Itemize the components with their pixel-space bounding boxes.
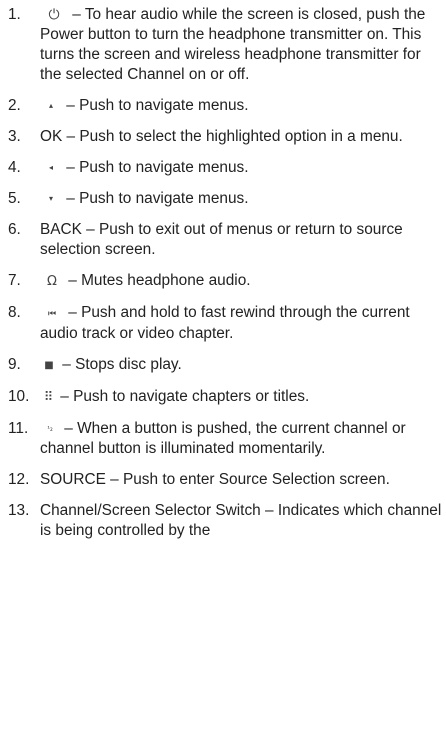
item-text: ⏻ – To hear audio while the screen is cl… <box>40 5 444 85</box>
item-text: ◂ – Push to navigate menus. <box>40 158 444 178</box>
item-description: – Push to navigate menus. <box>62 190 249 207</box>
item-number: 6. <box>8 221 21 238</box>
item-number: 7. <box>8 272 21 289</box>
item-text: ⠿ – Push to navigate chapters or titles. <box>40 387 444 408</box>
item-number: 3. <box>8 128 21 145</box>
item-text: Ω – Mutes headphone audio. <box>40 271 444 292</box>
stop-icon: ■ <box>44 360 54 371</box>
item-number: 8. <box>8 304 21 321</box>
list-item-power: 1. ⏻ – To hear audio while the screen is… <box>0 5 446 85</box>
headphone-icon: Ω <box>47 274 57 289</box>
list-item-source: 12. SOURCE – Push to enter Source Select… <box>0 470 446 490</box>
item-description: – Push and hold to fast rewind through t… <box>40 304 410 342</box>
power-icon: ⏻ <box>48 7 60 23</box>
item-number: 11. <box>8 420 29 437</box>
item-number: 1. <box>8 6 21 23</box>
item-text: ¹₂ – When a button is pushed, the curren… <box>40 419 444 459</box>
up-arrow-icon: ▴ <box>48 101 53 110</box>
item-number: 13. <box>8 502 30 519</box>
item-number: 5. <box>8 190 21 207</box>
rewind-icon: ⏮ <box>47 309 57 319</box>
item-description: – Push to navigate menus. <box>62 97 249 114</box>
down-arrow-icon: ▾ <box>48 194 53 203</box>
item-description: – Push to navigate menus. <box>62 159 249 176</box>
item-description: – Mutes headphone audio. <box>64 272 251 289</box>
item-description: Channel/Screen Selector Switch – Indicat… <box>40 502 442 539</box>
list-item-down: 5. ▾ – Push to navigate menus. <box>0 189 446 209</box>
item-text: ⏮ – Push and hold to fast rewind through… <box>40 303 444 344</box>
item-text: ▴ – Push to navigate menus. <box>40 96 444 116</box>
list-item-back: 6. BACK – Push to exit out of menus or r… <box>0 220 446 260</box>
list-item-chapters: 10. ⠿ – Push to navigate chapters or tit… <box>0 387 446 408</box>
item-description: BACK – Push to exit out of menus or retu… <box>40 221 403 258</box>
item-number: 4. <box>8 159 21 176</box>
list-item-channel-light: 11. ¹₂ – When a button is pushed, the cu… <box>0 419 446 459</box>
chapter-grid-icon: ⠿ <box>43 390 54 405</box>
item-number: 10. <box>8 388 30 405</box>
list-item-selector-switch: 13. Channel/Screen Selector Switch – Ind… <box>0 501 446 541</box>
item-number: 2. <box>8 97 21 114</box>
item-number: 9. <box>8 356 21 373</box>
list-item-stop: 9. ■ – Stops disc play. <box>0 355 446 376</box>
channel-indicator-icon: ¹₂ <box>47 425 53 433</box>
button-description-list: 1. ⏻ – To hear audio while the screen is… <box>0 0 446 752</box>
list-item-left: 4. ◂ – Push to navigate menus. <box>0 158 446 178</box>
list-item-up: 2. ▴ – Push to navigate menus. <box>0 96 446 116</box>
item-description: – When a button is pushed, the current c… <box>40 420 406 457</box>
item-text: ▾ – Push to navigate menus. <box>40 189 444 209</box>
left-arrow-icon: ◂ <box>48 163 53 172</box>
item-description: – Stops disc play. <box>58 356 182 373</box>
item-description: – Push to navigate chapters or titles. <box>56 388 310 405</box>
list-item-ok: 3. OK – Push to select the highlighted o… <box>0 127 446 147</box>
item-description: – To hear audio while the screen is clos… <box>40 6 426 83</box>
item-description: OK – Push to select the highlighted opti… <box>40 128 403 145</box>
item-text: ■ – Stops disc play. <box>40 355 444 376</box>
list-item-rewind: 8. ⏮ – Push and hold to fast rewind thro… <box>0 303 446 344</box>
list-item-headphone-mute: 7. Ω – Mutes headphone audio. <box>0 271 446 292</box>
item-number: 12. <box>8 471 30 488</box>
item-description: SOURCE – Push to enter Source Selection … <box>40 471 390 488</box>
